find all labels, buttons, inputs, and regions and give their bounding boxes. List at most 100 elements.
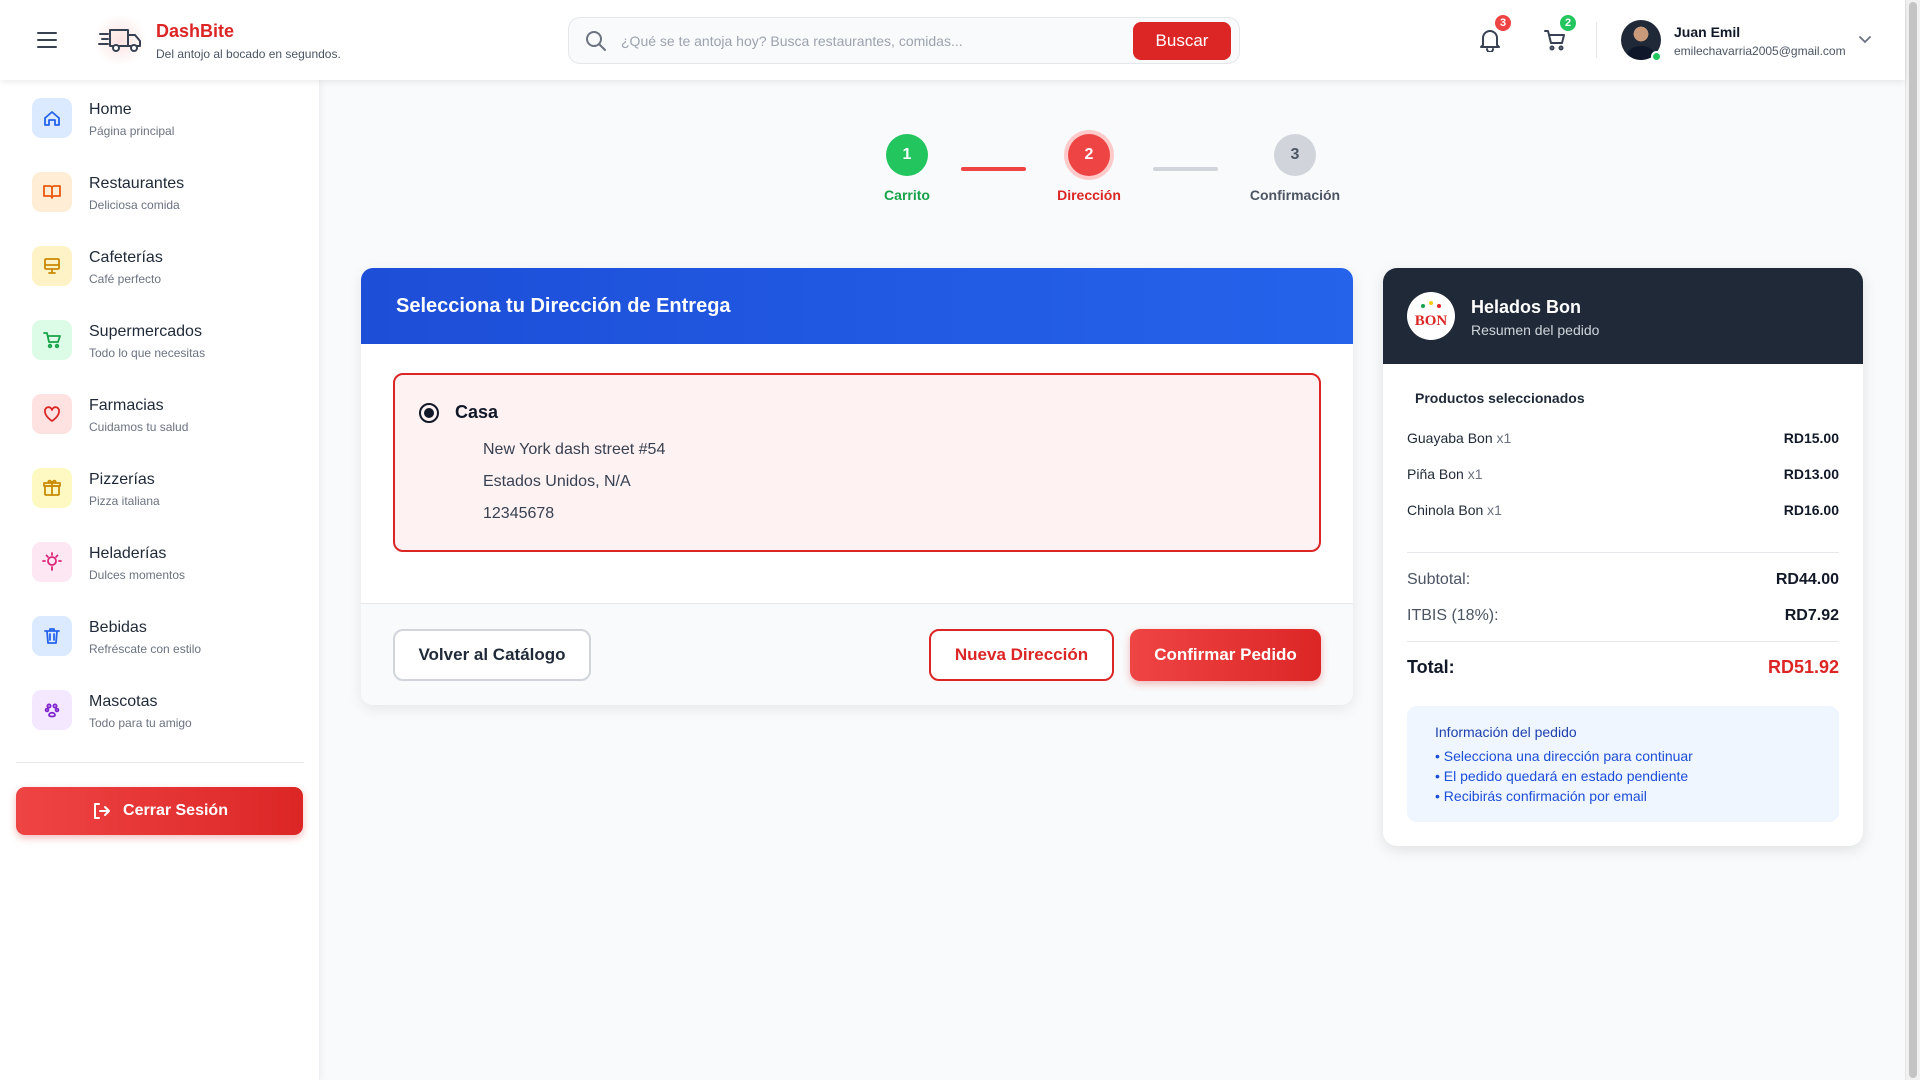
step-2-circle: 2 bbox=[1068, 134, 1110, 176]
shop-logo: BON bbox=[1407, 292, 1455, 340]
products-heading: Productos seleccionados bbox=[1415, 390, 1585, 406]
logout-icon bbox=[94, 803, 111, 819]
page-scrollbar[interactable] bbox=[1905, 0, 1920, 1080]
sidebar-item-restaurantes[interactable]: Restaurantes Deliciosa comida bbox=[16, 160, 304, 224]
product-name: Guayaba Bon bbox=[1407, 430, 1493, 446]
step-connector-1 bbox=[961, 167, 1026, 171]
cart-button[interactable]: 2 bbox=[1535, 13, 1578, 60]
scrollbar-thumb[interactable] bbox=[1909, 2, 1917, 1078]
brand-name[interactable]: DashBite bbox=[156, 21, 234, 42]
shop-name: Helados Bon bbox=[1471, 297, 1582, 317]
back-to-catalog-button[interactable]: Volver al Catálogo bbox=[393, 629, 591, 681]
search-button[interactable]: Buscar bbox=[1133, 22, 1231, 60]
product-row: Piña Bon x1 RD13.00 bbox=[1407, 466, 1839, 486]
product-row: Chinola Bon x1 RD16.00 bbox=[1407, 502, 1839, 522]
product-qty: x1 bbox=[1467, 466, 1483, 482]
summary-divider bbox=[1407, 552, 1839, 553]
cart-icon bbox=[32, 320, 72, 360]
confirm-order-button[interactable]: Confirmar Pedido bbox=[1130, 629, 1321, 681]
sidebar-item-subtitle: Página principal bbox=[89, 124, 175, 138]
logout-label: Cerrar Sesión bbox=[123, 802, 228, 819]
order-info-box: Información del pedido • Selecciona una … bbox=[1407, 706, 1839, 822]
logout-button[interactable]: Cerrar Sesión bbox=[16, 787, 303, 835]
address-line-3: 12345678 bbox=[483, 505, 555, 522]
product-price: RD15.00 bbox=[1783, 430, 1839, 446]
sidebar-item-heladerias[interactable]: Heladerías Dulces momentos bbox=[16, 530, 304, 594]
user-menu[interactable]: Juan Emil emilechavarria2005@gmail.com bbox=[1618, 18, 1898, 62]
user-email: emilechavarria2005@gmail.com bbox=[1674, 44, 1846, 58]
address-card-header: Selecciona tu Dirección de Entrega bbox=[361, 268, 1353, 344]
monitor-icon bbox=[32, 246, 72, 286]
step-3-circle: 3 bbox=[1274, 134, 1316, 176]
search-input[interactable] bbox=[621, 26, 1121, 56]
address-option-casa[interactable]: Casa New York dash street #54 Estados Un… bbox=[393, 373, 1321, 552]
sidebar-item-subtitle: Deliciosa comida bbox=[89, 198, 180, 212]
address-line-2: Estados Unidos, N/A bbox=[483, 473, 631, 490]
sidebar: Home Página principal Restaurantes Delicios… bbox=[0, 80, 320, 1080]
product-qty: x1 bbox=[1487, 502, 1502, 518]
sidebar-item-label: Home bbox=[89, 101, 132, 118]
sidebar-item-home[interactable]: Home Página principal bbox=[16, 86, 304, 150]
product-qty: x1 bbox=[1496, 430, 1512, 446]
order-info-item: • Recibirás confirmación por email bbox=[1435, 788, 1647, 804]
search-icon bbox=[586, 31, 606, 51]
header-divider bbox=[1596, 22, 1597, 58]
address-card: Selecciona tu Dirección de Entrega Casa … bbox=[361, 268, 1353, 705]
sidebar-item-pizzerias[interactable]: Pizzerías Pizza italiana bbox=[16, 456, 304, 520]
sidebar-item-cafeterias[interactable]: Cafeterías Café perfecto bbox=[16, 234, 304, 298]
address-card-footer: Volver al Catálogo Nueva Dirección Confi… bbox=[361, 603, 1353, 705]
notifications-button[interactable]: 3 bbox=[1470, 13, 1513, 60]
total-row: Total: RD51.92 bbox=[1407, 657, 1839, 679]
sidebar-divider bbox=[16, 762, 304, 763]
sidebar-item-subtitle: Café perfecto bbox=[89, 272, 162, 286]
menu-icon[interactable] bbox=[30, 25, 66, 55]
sidebar-item-label: Mascotas bbox=[89, 693, 158, 710]
subtotal-row: Subtotal: RD44.00 bbox=[1407, 571, 1839, 593]
sidebar-item-label: Cafeterías bbox=[89, 249, 163, 266]
product-row: Guayaba Bon x1 RD15.00 bbox=[1407, 430, 1839, 450]
total-label: Total: bbox=[1407, 657, 1455, 677]
home-icon bbox=[32, 98, 72, 138]
book-icon bbox=[32, 172, 72, 212]
top-header: DashBite Del antojo al bocado en segundo… bbox=[0, 0, 1905, 80]
sidebar-item-mascotas[interactable]: Mascotas Todo para tu amigo bbox=[16, 678, 304, 742]
address-line-1: New York dash street #54 bbox=[483, 441, 666, 458]
order-summary-card: BON Helados Bon Resumen del pedido Produ… bbox=[1383, 268, 1863, 846]
order-info-item: • Selecciona una dirección para continua… bbox=[1435, 748, 1693, 764]
heart-icon bbox=[32, 394, 72, 434]
sidebar-item-farmacias[interactable]: Farmacias Cuidamos tu salud bbox=[16, 382, 304, 446]
cart-badge: 2 bbox=[1558, 13, 1578, 33]
address-radio[interactable] bbox=[419, 403, 439, 423]
search-bar: Buscar bbox=[568, 17, 1240, 64]
sidebar-item-label: Restaurantes bbox=[89, 175, 185, 192]
sidebar-item-supermercados[interactable]: Supermercados Todo lo que necesitas bbox=[16, 308, 304, 372]
sidebar-item-subtitle: Todo para tu amigo bbox=[89, 716, 192, 730]
new-address-button[interactable]: Nueva Dirección bbox=[929, 629, 1114, 681]
gift-icon bbox=[32, 468, 72, 508]
shop-logo-text: BON bbox=[1415, 313, 1448, 329]
user-name: Juan Emil bbox=[1674, 24, 1741, 40]
summary-divider bbox=[1407, 641, 1839, 642]
order-info-title: Información del pedido bbox=[1435, 724, 1577, 740]
product-name: Piña Bon bbox=[1407, 466, 1464, 482]
sidebar-item-subtitle: Pizza italiana bbox=[89, 494, 160, 508]
step-2-label: Dirección bbox=[1057, 187, 1121, 203]
address-name: Casa bbox=[455, 402, 499, 422]
delivery-truck-icon[interactable] bbox=[94, 16, 146, 64]
sidebar-item-label: Supermercados bbox=[89, 323, 202, 340]
step-1-circle: 1 bbox=[886, 134, 928, 176]
sidebar-item-label: Bebidas bbox=[89, 619, 147, 636]
product-price: RD16.00 bbox=[1783, 502, 1839, 518]
sidebar-item-bebidas[interactable]: Bebidas Refréscate con estilo bbox=[16, 604, 304, 668]
lightbulb-icon bbox=[32, 542, 72, 582]
step-3-label: Confirmación bbox=[1249, 187, 1341, 203]
shop-subtitle: Resumen del pedido bbox=[1471, 322, 1600, 338]
sidebar-item-label: Pizzerías bbox=[89, 471, 155, 488]
product-price: RD13.00 bbox=[1783, 466, 1839, 482]
sidebar-item-subtitle: Dulces momentos bbox=[89, 568, 186, 582]
subtotal-value: RD44.00 bbox=[1775, 571, 1839, 588]
trash-icon bbox=[32, 616, 72, 656]
address-card-title: Selecciona tu Dirección de Entrega bbox=[396, 295, 731, 317]
sidebar-item-subtitle: Refréscate con estilo bbox=[89, 642, 202, 656]
sidebar-item-label: Heladerías bbox=[89, 545, 167, 562]
